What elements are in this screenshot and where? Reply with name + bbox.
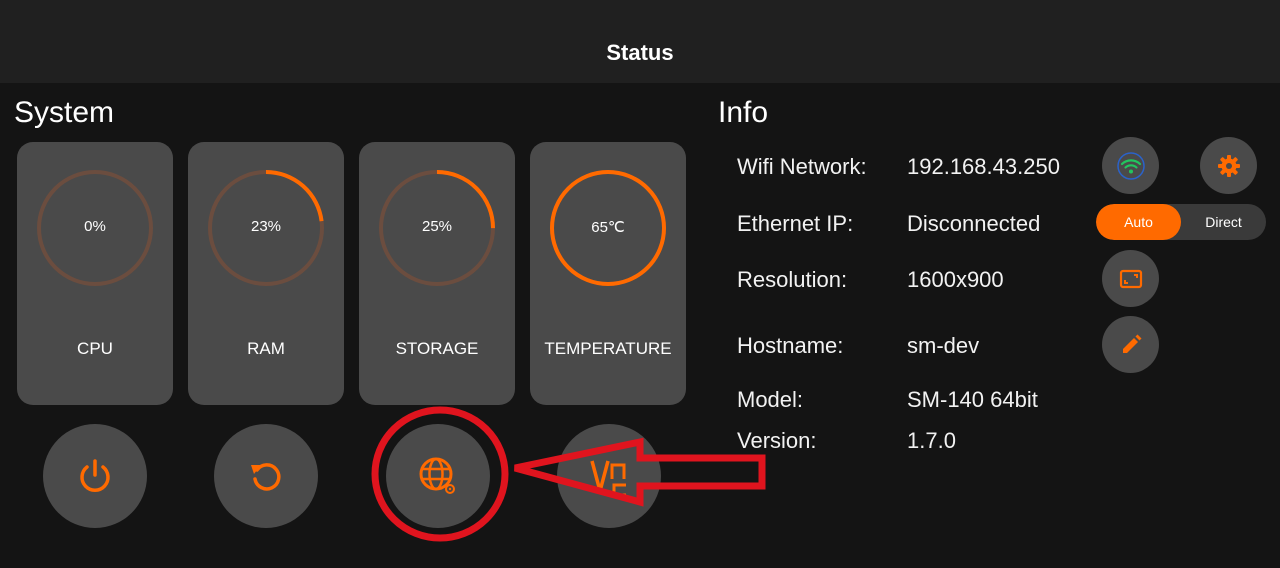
wifi-icon — [1116, 151, 1145, 180]
version-value: 1.7.0 — [907, 428, 956, 453]
cpu-value: 0% — [84, 218, 106, 235]
version-label: Version: — [737, 428, 817, 453]
info-section-title: Info — [718, 96, 769, 129]
page-title: Status — [606, 40, 674, 65]
settings-button[interactable] — [1200, 137, 1257, 194]
resolution-value: 1600x900 — [907, 267, 1004, 292]
screen-resize-icon — [1119, 269, 1142, 288]
pencil-icon — [1122, 334, 1141, 353]
vnc-button[interactable] — [557, 424, 661, 528]
top-bar: Status — [0, 0, 1280, 83]
cpu-label: CPU — [77, 339, 113, 358]
storage-label: STORAGE — [395, 339, 479, 358]
cpu-card: 0% CPU — [17, 142, 173, 405]
model-value: SM-140 64bit — [907, 387, 1038, 412]
ram-label: RAM — [247, 339, 285, 358]
hostname-value: sm-dev — [907, 333, 980, 358]
vnc-icon — [590, 460, 626, 497]
edit-hostname-button[interactable] — [1102, 316, 1159, 373]
ethernet-ip-value: Disconnected — [907, 211, 1041, 236]
power-icon — [80, 459, 110, 492]
hostname-label: Hostname: — [737, 333, 844, 358]
restart-button[interactable] — [214, 424, 318, 528]
toggle-option-direct[interactable]: Direct — [1181, 204, 1266, 240]
storage-card: 25% STORAGE — [359, 142, 515, 405]
toggle-option-auto[interactable]: Auto — [1096, 204, 1181, 240]
resolution-label: Resolution: — [737, 267, 848, 292]
power-button[interactable] — [43, 424, 147, 528]
ethernet-mode-toggle[interactable]: Auto Direct — [1096, 204, 1266, 240]
ram-card: 23% RAM — [188, 142, 344, 405]
model-label: Model: — [737, 387, 804, 412]
temperature-label: TEMPERATURE — [544, 339, 672, 358]
globe-gear-icon — [419, 457, 455, 494]
wifi-network-value: 192.168.43.250 — [907, 154, 1060, 179]
ethernet-ip-label: Ethernet IP: — [737, 211, 854, 236]
ram-value: 23% — [250, 218, 282, 235]
system-section-title: System — [14, 96, 115, 129]
wifi-button[interactable] — [1102, 137, 1159, 194]
storage-value: 25% — [421, 218, 453, 235]
temperature-value: 65℃ — [591, 219, 625, 236]
gear-icon — [1217, 154, 1240, 177]
network-settings-button[interactable] — [386, 424, 490, 528]
temperature-card: 65℃ TEMPERATURE — [530, 142, 686, 405]
resolution-button[interactable] — [1102, 250, 1159, 307]
restart-icon — [251, 463, 281, 491]
wifi-network-label: Wifi Network: — [737, 154, 867, 179]
